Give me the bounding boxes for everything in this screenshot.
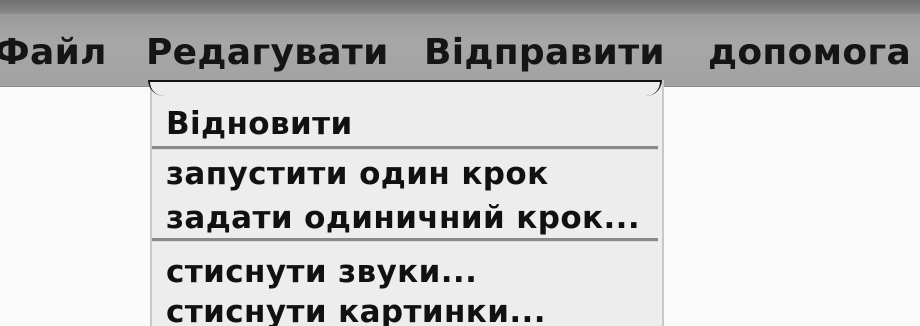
dropdown-top-inner [150,82,660,96]
menu-item-compress-sounds[interactable]: стиснути звуки... [166,252,477,292]
menu-separator [152,146,658,150]
menu-separator [152,238,658,242]
menu-file[interactable]: Файл [0,28,107,78]
menu-item-set-single-step[interactable]: задати одиничний крок... [166,198,640,238]
menu-bar: Файл Редагувати Відправити допомога [0,14,920,87]
menu-item-run-one-step[interactable]: запустити один крок [166,154,549,194]
menu-edit[interactable]: Редагувати [146,28,389,78]
menu-item-restore[interactable]: Відновити [166,104,353,144]
menu-item-compress-images[interactable]: стиснути картинки... [166,292,546,326]
screen: Файл Редагувати Відправити допомога Відн… [0,0,920,326]
window-top-strip [0,0,920,14]
menu-help[interactable]: допомога [708,28,911,78]
menu-send[interactable]: Відправити [424,28,665,78]
